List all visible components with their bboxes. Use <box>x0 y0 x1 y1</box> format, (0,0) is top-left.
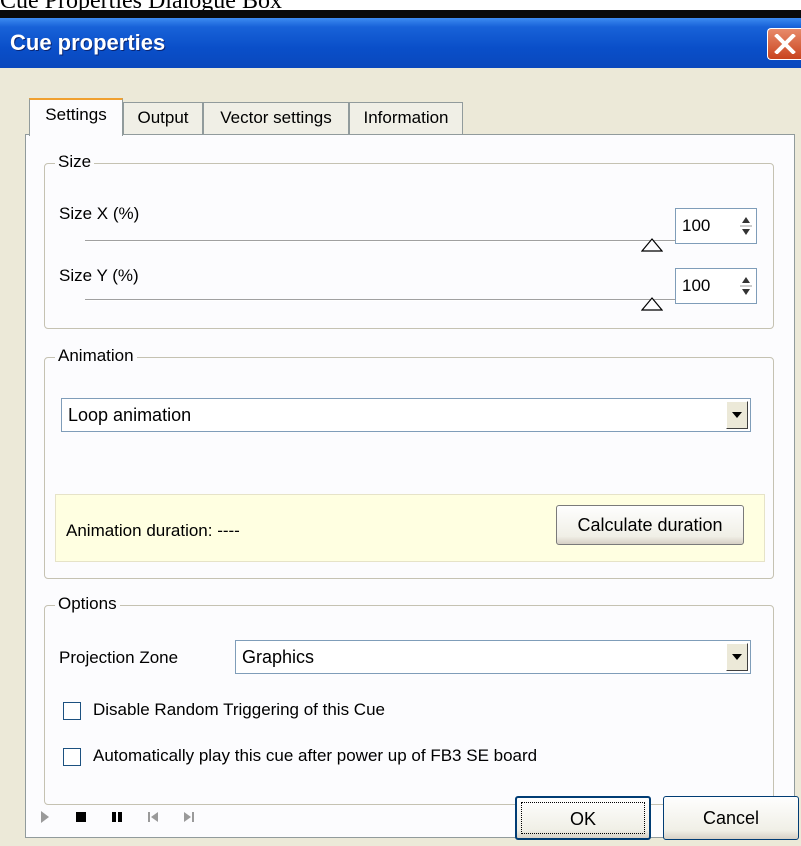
animation-duration-box: Animation duration: ---- Calculate durat… <box>55 494 765 562</box>
window-title: Cue properties <box>10 30 166 55</box>
skip-start-icon <box>148 812 158 822</box>
size-x-slider-thumb[interactable] <box>641 238 663 252</box>
title-bar[interactable]: Cue properties <box>0 18 801 68</box>
focus-ring <box>521 802 645 834</box>
animation-mode-select[interactable]: Loop animation <box>61 398 751 432</box>
pause-button[interactable] <box>103 800 131 834</box>
skip-end-icon <box>184 812 194 822</box>
play-button[interactable] <box>31 800 59 834</box>
size-y-label: Size Y (%) <box>59 266 139 285</box>
size-group: Size Size X (%) 100 Size Y (%) 100 <box>44 152 774 329</box>
skip-end-button[interactable] <box>175 800 203 834</box>
cancel-button[interactable]: Cancel <box>663 796 799 840</box>
animation-group-title: Animation <box>55 346 137 366</box>
options-group: Options Projection Zone Graphics Disable… <box>44 594 774 805</box>
close-button[interactable] <box>767 28 801 60</box>
size-y-spinner[interactable]: 100 <box>675 268 757 304</box>
projection-zone-value: Graphics <box>242 647 315 667</box>
projection-zone-dropdown-button[interactable] <box>726 643 748 671</box>
autoplay-label[interactable]: Automatically play this cue after power … <box>93 746 537 766</box>
spin-arrows-icon[interactable] <box>738 271 754 301</box>
tab-output[interactable]: Output <box>123 102 203 134</box>
background-strip <box>0 10 801 18</box>
projection-zone-label: Projection Zone <box>59 648 179 667</box>
animation-duration-label: Animation duration: ---- <box>66 521 240 540</box>
pause-icon <box>112 812 122 822</box>
stop-button[interactable] <box>67 800 95 834</box>
disable-random-checkbox[interactable] <box>63 702 81 720</box>
chevron-down-icon <box>732 412 742 418</box>
options-group-title: Options <box>55 594 120 614</box>
size-x-label: Size X (%) <box>59 204 140 223</box>
dialog-body: Settings Output Vector settings Informat… <box>3 68 801 846</box>
size-x-value: 100 <box>682 216 711 235</box>
spin-arrows-icon[interactable] <box>738 211 754 241</box>
autoplay-checkbox[interactable] <box>63 748 81 766</box>
tab-vector-settings[interactable]: Vector settings <box>203 102 349 134</box>
size-x-slider-track <box>85 240 675 242</box>
settings-tab-panel: Size Size X (%) 100 Size Y (%) 100 Anima… <box>25 134 795 838</box>
close-icon <box>774 34 796 54</box>
animation-mode-value: Loop animation <box>68 405 192 425</box>
tab-settings[interactable]: Settings <box>29 98 123 136</box>
size-y-value: 100 <box>682 276 711 295</box>
tab-information[interactable]: Information <box>349 102 463 134</box>
animation-mode-dropdown-button[interactable] <box>726 401 748 429</box>
stop-icon <box>76 812 86 822</box>
chevron-down-icon <box>732 654 742 660</box>
size-group-title: Size <box>55 152 95 172</box>
size-y-slider-track <box>85 299 675 301</box>
animation-group: Animation Loop animation Animation durat… <box>44 346 774 579</box>
calculate-duration-button[interactable]: Calculate duration <box>556 505 744 545</box>
size-y-slider-thumb[interactable] <box>641 297 663 311</box>
size-x-spinner[interactable]: 100 <box>675 208 757 244</box>
projection-zone-select[interactable]: Graphics <box>235 640 751 674</box>
skip-start-button[interactable] <box>139 800 167 834</box>
disable-random-label[interactable]: Disable Random Triggering of this Cue <box>93 700 385 720</box>
play-icon <box>41 811 49 823</box>
cue-properties-dialog: Cue properties Settings Output Vector se… <box>0 18 801 846</box>
ok-button[interactable]: OK <box>515 796 651 840</box>
